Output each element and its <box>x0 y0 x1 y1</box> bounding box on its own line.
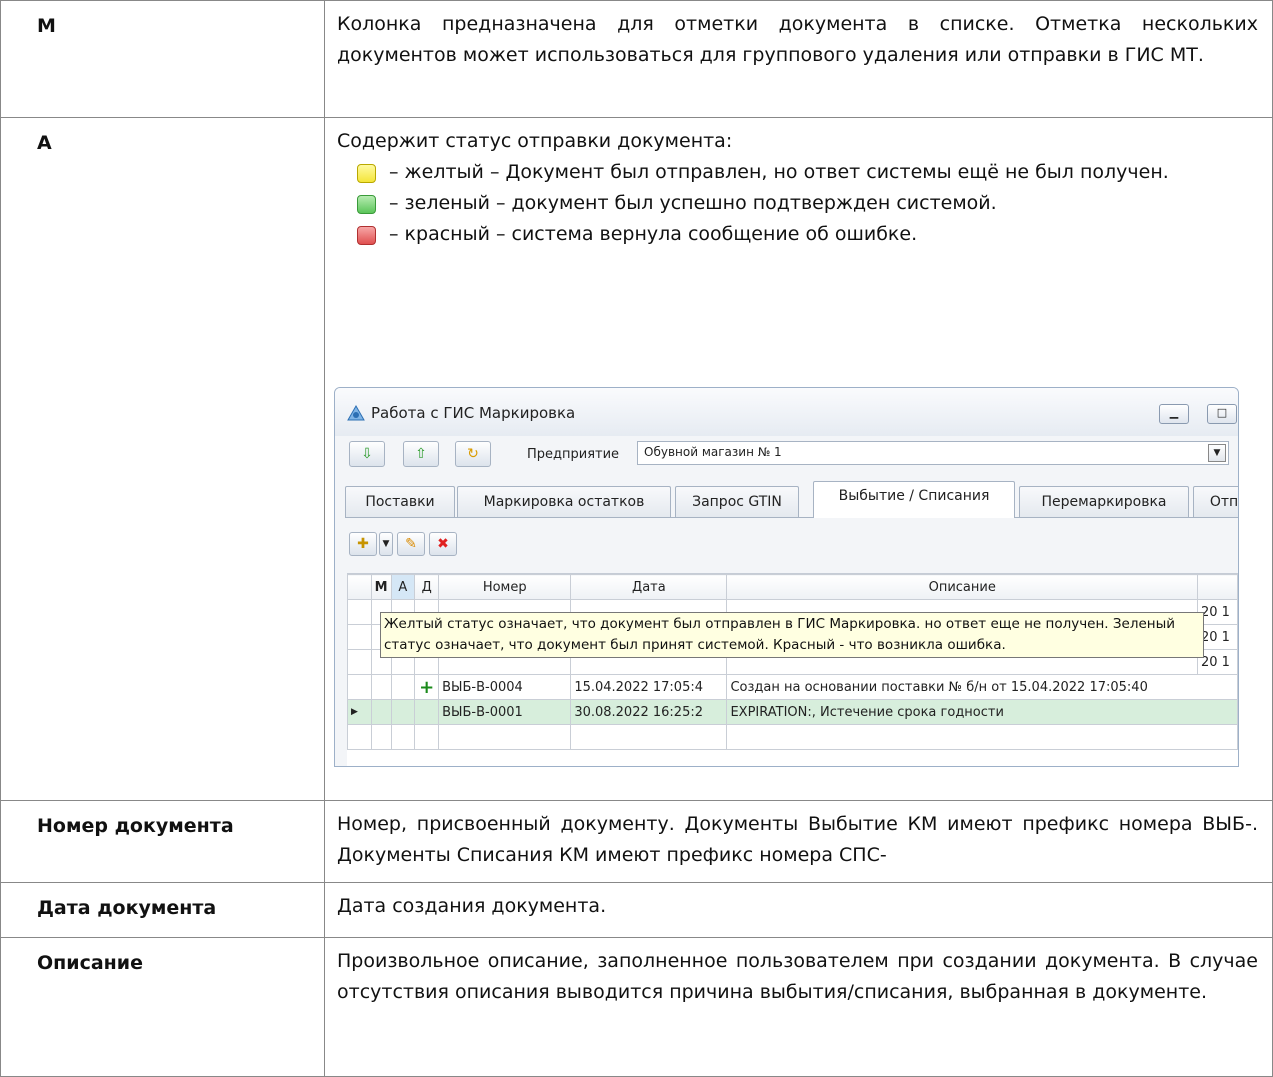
tab-remains-marking[interactable]: Маркировка остатков <box>457 486 671 517</box>
table-row <box>347 724 1238 750</box>
desc-m: Колонка предназначена для отметки докуме… <box>324 0 1273 118</box>
documents-grid: М А Д Номер Дата Описание 20 1 20 1 20 1… <box>347 573 1238 766</box>
chevron-down-icon[interactable]: ▼ <box>1208 444 1226 462</box>
term-date: Дата документа <box>0 882 325 938</box>
col-m[interactable]: М <box>370 574 392 600</box>
term-m: М <box>0 0 325 118</box>
new-document-icon[interactable]: ✚ <box>349 532 377 556</box>
maximize-button[interactable]: □ <box>1207 404 1237 424</box>
col-d[interactable]: Д <box>414 574 440 600</box>
row-pointer-icon: ▶ <box>347 699 372 725</box>
enterprise-select[interactable]: Обувной магазин № 1 ▼ <box>637 441 1229 465</box>
table-row-selected[interactable]: ▶ ВЫБ-В-0001 30.08.2022 16:25:2 EXPIRATI… <box>347 699 1238 725</box>
tab-gtin-request[interactable]: Запрос GTIN <box>675 486 799 517</box>
green-square-icon <box>357 195 376 214</box>
row-indicator-header <box>347 574 372 600</box>
col-date[interactable]: Дата <box>570 574 728 600</box>
status-intro: Содержит статус отправки документа: <box>337 130 733 152</box>
main-toolbar: ⇩ ⇧ ↻ Предприятие Обувной магазин № 1 ▼ <box>335 436 1238 470</box>
new-dropdown-button[interactable]: ▼ <box>379 532 393 556</box>
red-square-icon <box>357 226 376 245</box>
status-yellow: – желтый – Документ был отправлен, но от… <box>357 157 1258 188</box>
term-description: Описание <box>0 937 325 1077</box>
tab-remarking[interactable]: Перемаркировка <box>1019 486 1189 517</box>
sync-button[interactable]: ↻ <box>455 441 491 467</box>
desc-date: Дата создания документа. <box>324 882 1273 938</box>
tab-supplies[interactable]: Поставки <box>345 486 455 517</box>
app-logo-icon <box>347 405 365 421</box>
gis-window-screenshot: Работа с ГИС Маркировка ▁ □ ⇩ ⇧ ↻ Предпр… <box>334 387 1239 767</box>
desc-description: Произвольное описание, заполненное польз… <box>324 937 1273 1077</box>
download-button[interactable]: ⇩ <box>349 441 385 467</box>
edit-pencil-icon[interactable]: ✎ <box>397 532 425 556</box>
term-number: Номер документа <box>0 800 325 883</box>
tab-bar: Поставки Маркировка остатков Запрос GTIN… <box>345 481 1238 518</box>
upload-button[interactable]: ⇧ <box>403 441 439 467</box>
desc-number: Номер, присвоенный документу. Документы … <box>324 800 1273 883</box>
window-title: Работа с ГИС Маркировка <box>371 404 576 422</box>
col-description[interactable]: Описание <box>726 574 1198 600</box>
col-number[interactable]: Номер <box>438 574 572 600</box>
col-a[interactable]: А <box>390 574 416 600</box>
window-titlebar: Работа с ГИС Маркировка ▁ □ <box>335 388 1238 436</box>
yellow-square-icon <box>357 164 376 183</box>
status-green: – зеленый – документ был успешно подтвер… <box>357 188 1258 219</box>
table-row[interactable]: + ВЫБ-В-0004 15.04.2022 17:05:4 Создан н… <box>347 674 1238 700</box>
tab-more[interactable]: Отп <box>1193 486 1238 517</box>
col-extra <box>1196 574 1238 600</box>
status-red: – красный – система вернула сообщение об… <box>357 219 1258 250</box>
delete-icon[interactable]: ✖ <box>429 532 457 556</box>
tab-withdrawal[interactable]: Выбытие / Списания <box>813 481 1015 518</box>
plus-icon: + <box>414 674 440 700</box>
documents-table: М А Д Номер Дата Описание 20 1 20 1 20 1… <box>347 574 1238 750</box>
enterprise-label: Предприятие <box>527 447 620 462</box>
status-tooltip: Желтый статус означает, что документ был… <box>380 612 1204 658</box>
status-list: – желтый – Документ был отправлен, но от… <box>337 157 1258 250</box>
term-a: А <box>0 117 325 801</box>
minimize-button[interactable]: ▁ <box>1159 404 1189 424</box>
